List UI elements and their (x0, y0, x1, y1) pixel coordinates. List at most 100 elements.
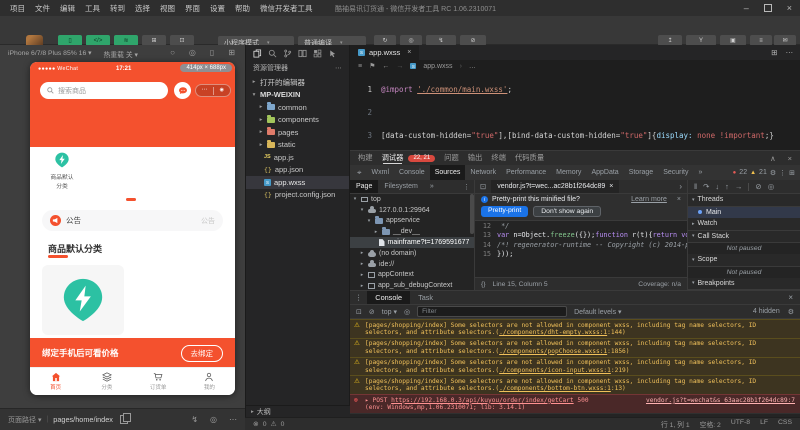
folder-components[interactable]: ▸ components (246, 114, 349, 127)
menu-goto[interactable]: 转到 (110, 3, 125, 14)
scope-section-header[interactable]: ▾ Scope (688, 254, 800, 267)
bookmark-icon[interactable]: ⚑ (369, 62, 375, 70)
menu-help[interactable]: 帮助 (235, 3, 250, 14)
tab-output[interactable]: 输出 (468, 153, 483, 163)
folder-pages[interactable]: ▸ pages (246, 126, 349, 139)
tab-mine[interactable]: 我的 (184, 368, 235, 395)
source-link[interactable]: ./components/popChoose.wxss:1 (499, 348, 607, 355)
tree-node-mainframe[interactable]: mainframe?t=1769591677 (350, 237, 474, 248)
eol-type[interactable]: LF (760, 419, 768, 429)
log-levels-dropdown[interactable]: Default levels ▾ (574, 308, 622, 316)
search-input[interactable]: 搜索商品 (40, 82, 168, 99)
source-control-icon[interactable] (283, 49, 292, 58)
encoding[interactable]: UTF-8 (731, 419, 750, 429)
clear-console-icon[interactable]: ⊘ (369, 308, 375, 316)
tab-appdata[interactable]: AppData (586, 165, 623, 180)
detach-window-icon[interactable]: ⊞ (228, 48, 235, 57)
tree-node-top[interactable]: ▾ top (350, 194, 474, 205)
open-editors-section[interactable]: ▸ 打开的编辑器 (246, 76, 349, 89)
more-icon[interactable]: ⋯ (786, 48, 794, 57)
deactivate-breakpoints-icon[interactable]: ⊘ (755, 182, 761, 191)
console-warning[interactable]: ⚠ [pages/shopping/index] Some selectors … (350, 356, 800, 376)
more-tabs-icon[interactable]: » (424, 180, 440, 193)
next-tab-icon[interactable]: › (679, 182, 687, 191)
project-root-folder[interactable]: ▾ MP-WEIXIN (246, 89, 349, 102)
copy-icon[interactable] (119, 413, 131, 424)
tab-category[interactable]: 分类 (81, 368, 132, 395)
more-icon[interactable]: ⋯ (335, 64, 342, 72)
expand-icon[interactable]: ▸ (365, 397, 369, 404)
watch-section-header[interactable]: ▸ Watch (688, 218, 800, 231)
menu-settings[interactable]: 设置 (210, 3, 225, 14)
tab-network[interactable]: Network (465, 165, 501, 180)
file-project-config[interactable]: {} project.config.json (246, 189, 349, 202)
capsule-menu[interactable]: ⋯ ◉ (195, 84, 231, 97)
step-into-icon[interactable]: ↓ (715, 182, 719, 191)
source-link[interactable]: ./components/dht-empty.wxss:1 (499, 329, 607, 336)
console-settings-gear-icon[interactable]: ⚙ (788, 308, 794, 316)
inspect-element-icon[interactable]: ⌖ (350, 168, 367, 178)
exit-circle-icon[interactable]: ◉ (214, 85, 231, 96)
step-icon[interactable]: → (735, 182, 743, 191)
category-card[interactable] (42, 265, 124, 335)
tab-debugger[interactable]: 调试器 (382, 153, 404, 163)
tab-code-quality[interactable]: 代码质量 (515, 153, 544, 163)
tree-node-appservice[interactable]: ▾ appservice (350, 215, 474, 227)
bind-phone-button[interactable]: 去绑定 (180, 344, 223, 362)
file-app-json[interactable]: {} app.json (246, 164, 349, 177)
split-editor-icon[interactable]: ⊞ (771, 48, 777, 57)
blackbox-icon[interactable]: ◎ (768, 182, 775, 191)
code-editor[interactable]: 1 @import './common/main.wxss'; 2 3 [data-… (350, 72, 800, 150)
tab-console-drawer[interactable]: Console (367, 291, 411, 304)
category-grid-item[interactable]: 商品默认 分类 (40, 152, 84, 191)
settings-gear-icon[interactable]: ⚙ (770, 169, 776, 177)
folder-static[interactable]: ▸ static (246, 139, 349, 152)
warning-count[interactable]: 21 (759, 169, 767, 176)
tab-memory[interactable]: Memory (551, 165, 586, 180)
error-source-link[interactable]: vendor.js?t=wechat&s_63aac28b1f264dc89:7 (646, 397, 795, 404)
more-tabs-icon[interactable]: » (694, 165, 708, 180)
more-options-icon[interactable]: ⋮ (779, 169, 786, 177)
minified-source-code[interactable]: 12 */ 13 var n=Object. freeze ({}); function… (475, 221, 687, 278)
hidden-messages-count[interactable]: 4 hidden (753, 308, 780, 315)
outline-section[interactable]: ▸ 大纲 (245, 405, 350, 417)
close-panel-icon[interactable]: × (788, 154, 792, 163)
console-warning[interactable]: ⚠ [pages/shopping/index] Some selectors … (350, 375, 800, 395)
menu-devtools[interactable]: 微信开发者工具 (260, 3, 313, 14)
language-mode[interactable]: CSS (778, 419, 792, 429)
step-out-icon[interactable]: ↑ (725, 182, 729, 191)
tab-terminal[interactable]: 终端 (491, 153, 506, 163)
extensions-icon[interactable] (313, 49, 322, 58)
learn-more-link[interactable]: Learn more (631, 196, 667, 203)
breadcrumb-more[interactable]: … (469, 63, 476, 70)
pretty-print-button[interactable]: Pretty-print (481, 205, 529, 217)
menu-interface[interactable]: 界面 (185, 3, 200, 14)
scrollbar-thumb[interactable] (470, 194, 474, 234)
file-app-wxss[interactable]: Sapp.wxss (246, 176, 349, 189)
more-options-icon[interactable]: ⋮ (350, 293, 367, 302)
tab-sources[interactable]: Sources (429, 165, 466, 180)
live-expression-eye-icon[interactable]: ◎ (404, 308, 410, 316)
console-sidebar-icon[interactable]: ⊡ (356, 308, 362, 316)
breakpoints-section-header[interactable]: ▾ Breakpoints (688, 277, 800, 290)
indentation[interactable]: 空格: 2 (700, 419, 721, 429)
tab-wxml[interactable]: Wxml (367, 165, 395, 180)
warnings-icon[interactable]: ⚠ (270, 420, 276, 428)
folder-common[interactable]: ▸ common (246, 101, 349, 114)
menu-project[interactable]: 项目 (10, 3, 25, 14)
split-editor-icon[interactable] (298, 49, 307, 58)
errors-icon[interactable]: ⊗ (253, 420, 259, 428)
pointer-icon[interactable] (328, 49, 337, 58)
menu-select[interactable]: 选择 (135, 3, 150, 14)
dock-side-icon[interactable]: ⊞ (789, 169, 795, 177)
warnings-count[interactable]: 0 (281, 421, 285, 428)
back-icon[interactable]: ← (382, 63, 389, 70)
tab-security[interactable]: Security (658, 165, 693, 180)
tab-build[interactable]: 构建 (358, 153, 373, 163)
device-selector[interactable]: iPhone 6/7/8 Plus 85% 16 ▾ (8, 49, 92, 59)
forward-icon[interactable]: → (396, 63, 403, 70)
close-button[interactable]: × (787, 3, 792, 13)
request-url-link[interactable]: https://192.168.0.3/api/kuyou/order/inde… (391, 397, 574, 404)
search-icon[interactable] (268, 49, 277, 58)
tree-node-host[interactable]: ▾ 127.0.0.1:29964 (350, 205, 474, 216)
